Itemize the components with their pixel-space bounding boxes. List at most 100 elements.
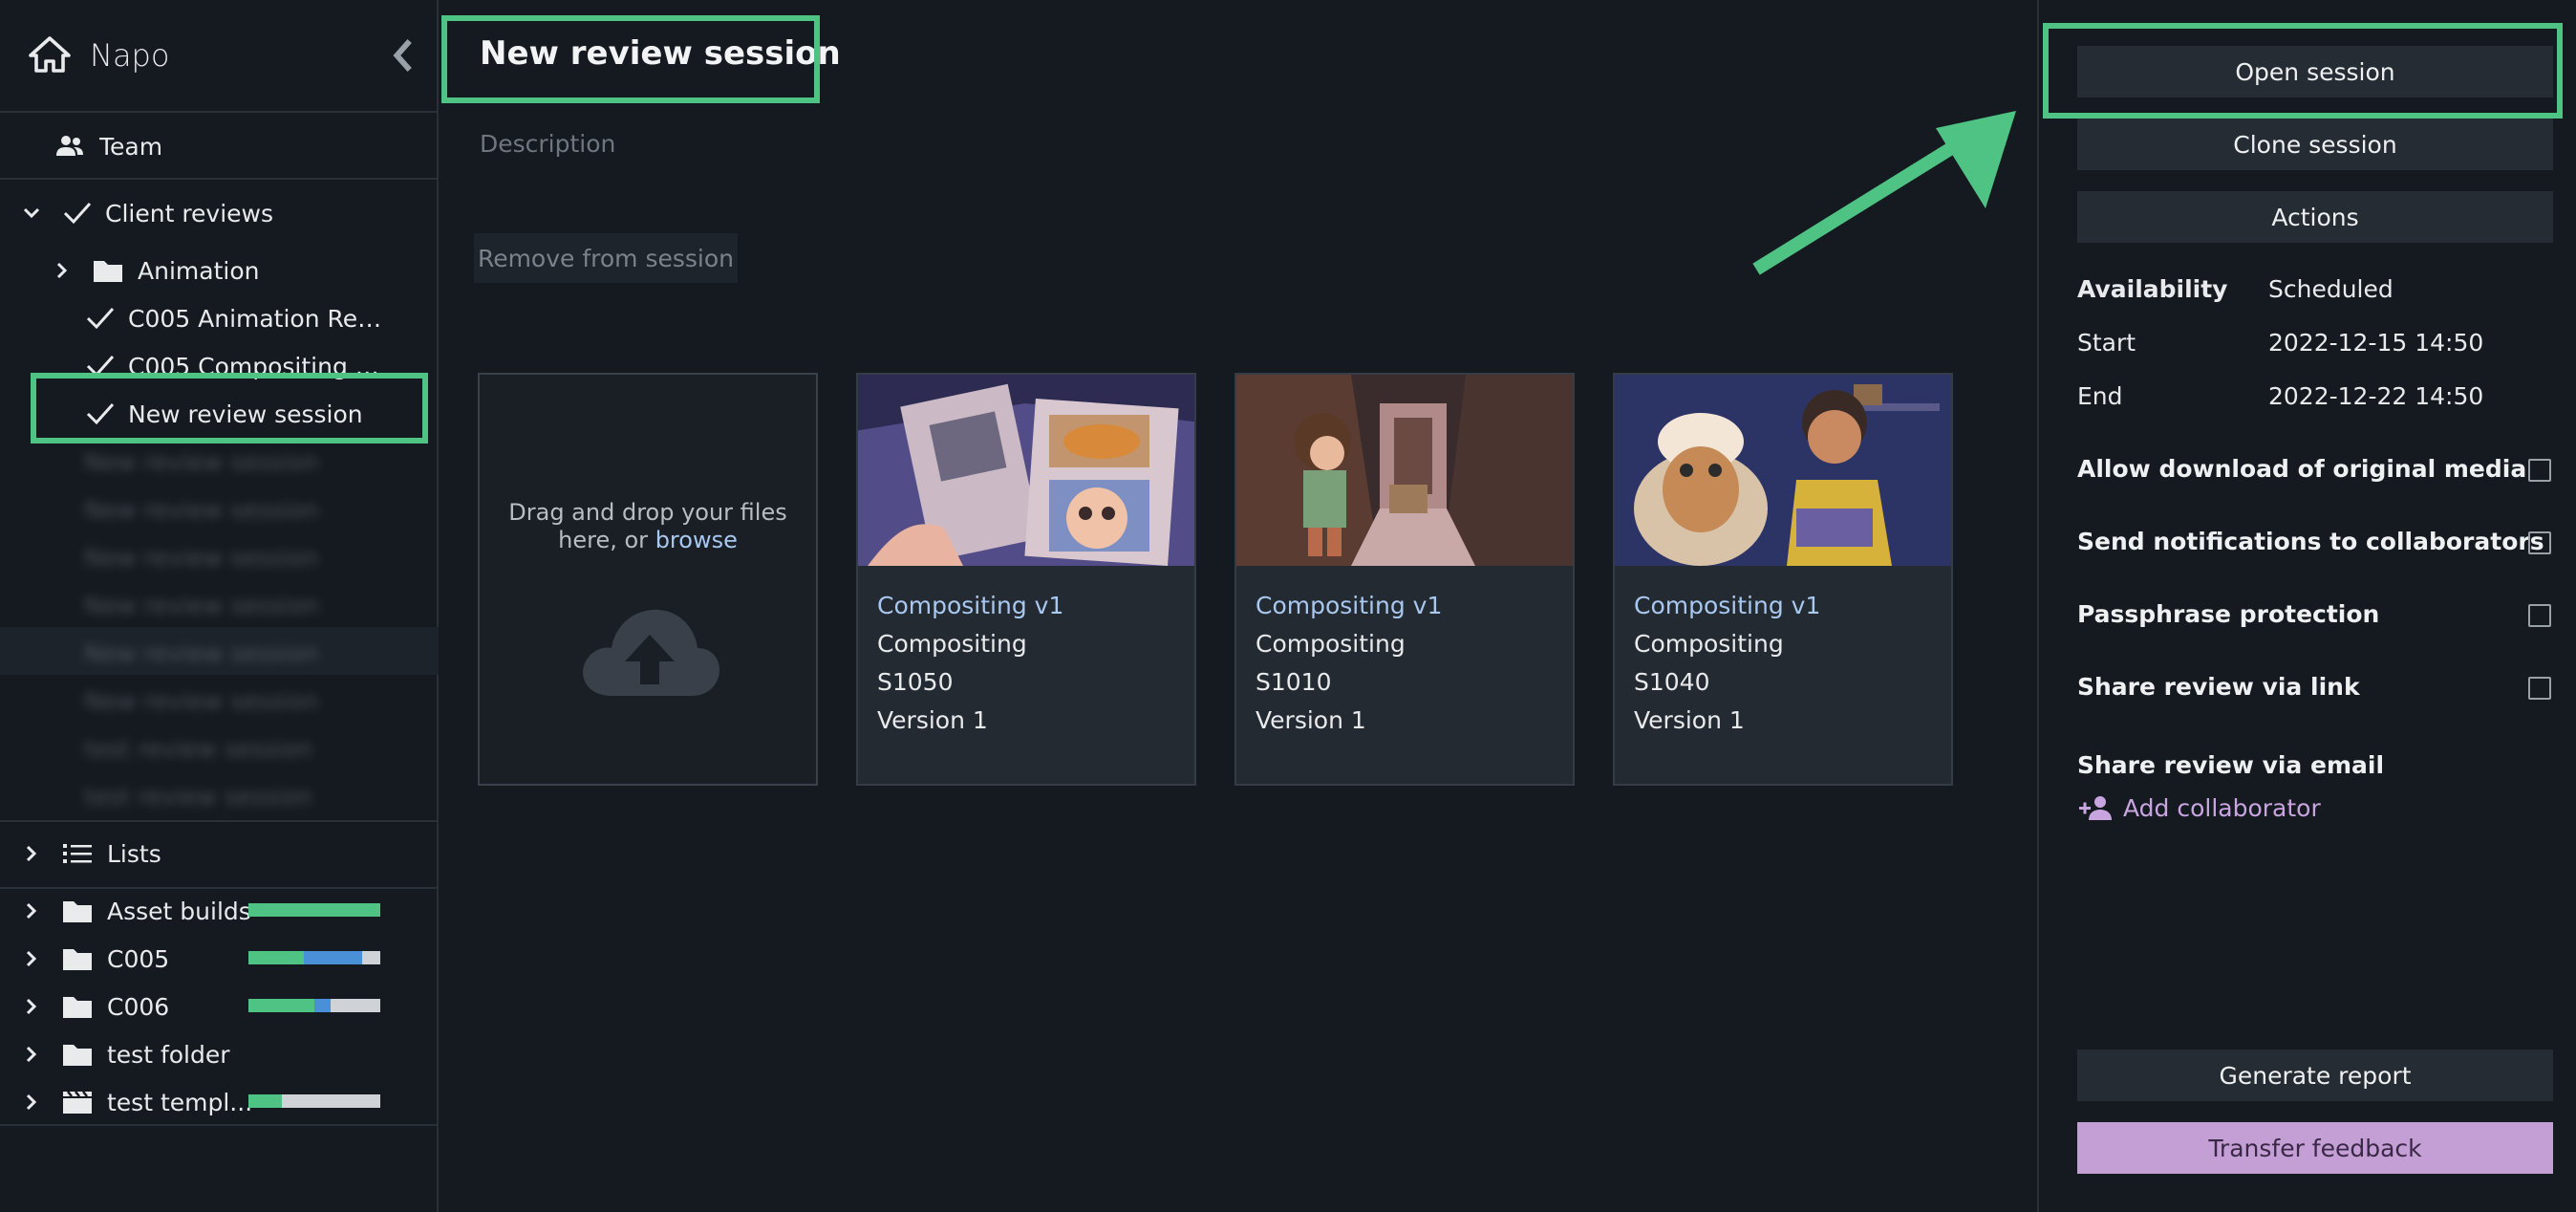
sidebar-item-session[interactable]: New review session	[84, 677, 319, 725]
sidebar-item-label: New review session	[84, 638, 319, 667]
sidebar-item-session[interactable]: C005 Compositing Re...	[84, 342, 390, 390]
sidebar-item-label: Client reviews	[105, 199, 274, 227]
add-collaborator-button[interactable]: Add collaborator	[2077, 793, 2321, 822]
media-version: Version 1	[877, 706, 988, 734]
check-icon	[63, 202, 92, 225]
browse-link[interactable]: browse	[655, 527, 738, 553]
chevron-right-icon[interactable]	[21, 1092, 42, 1113]
media-meta: Compositing v1 Compositing S1050 Version…	[877, 587, 1063, 740]
media-type: Compositing	[1634, 630, 1784, 658]
sidebar-item-session[interactable]: test review session	[84, 725, 312, 772]
media-shot: S1050	[877, 668, 954, 696]
chevron-right-icon[interactable]	[21, 1044, 42, 1065]
sidebar-item-session[interactable]: New review session	[84, 533, 319, 581]
actions-button[interactable]: Actions	[2077, 191, 2553, 243]
sidebar-item-label: Team	[99, 132, 163, 161]
media-meta: Compositing v1 Compositing S1010 Version…	[1256, 587, 1442, 740]
brand[interactable]: Napo	[27, 29, 169, 82]
folder-icon	[63, 1045, 92, 1066]
media-type: Compositing	[1256, 630, 1406, 658]
progress-bar	[248, 903, 380, 917]
list-icon	[63, 844, 92, 863]
allow-download-checkbox[interactable]	[2528, 459, 2551, 482]
file-dropzone[interactable]: Drag and drop your files here, or browse	[478, 373, 818, 786]
cloud-upload-icon	[583, 609, 720, 696]
sidebar-item-session[interactable]: New review session	[84, 629, 319, 677]
sidebar-item-label: New review session	[84, 686, 319, 715]
share-link-checkbox[interactable]	[2528, 677, 2551, 700]
chevron-right-icon[interactable]	[21, 900, 42, 921]
folder-icon	[63, 901, 92, 922]
progress-segment	[314, 999, 331, 1012]
sidebar-item-session[interactable]: New review session	[84, 581, 319, 629]
chevron-right-icon[interactable]	[21, 843, 42, 864]
media-name-link[interactable]: Compositing v1	[877, 587, 1063, 625]
clone-session-button[interactable]: Clone session	[2077, 119, 2553, 170]
dropzone-instructions: Drag and drop your files here, or	[508, 499, 787, 553]
add-collaborator-label: Add collaborator	[2123, 793, 2321, 822]
sidebar-project[interactable]: C005	[21, 935, 169, 983]
sidebar-item-lists[interactable]: Lists	[21, 830, 161, 877]
sidebar-project[interactable]: C006	[21, 983, 169, 1030]
start-row: Start 2022-12-15 14:50	[2077, 329, 2483, 357]
open-session-button[interactable]: Open session	[2077, 46, 2553, 97]
dropzone-text: Drag and drop your files here, or browse	[480, 499, 816, 554]
chevron-right-icon[interactable]	[21, 948, 42, 969]
sidebar-item-label: New review session	[84, 591, 319, 619]
media-shot: S1040	[1634, 668, 1710, 696]
description-field[interactable]: Description	[480, 130, 615, 158]
progress-segment	[248, 1094, 282, 1108]
media-version: Version 1	[1634, 706, 1745, 734]
media-card[interactable]: Compositing v1 Compositing S1050 Version…	[856, 373, 1196, 786]
chevron-right-icon[interactable]	[52, 260, 73, 281]
allow-download-label: Allow download of original media	[2077, 455, 2527, 483]
sidebar-item-session-active[interactable]: New review session	[84, 390, 390, 438]
sidebar-project[interactable]: test folder	[21, 1030, 230, 1078]
transfer-feedback-button[interactable]: Transfer feedback	[2077, 1122, 2553, 1174]
page-title[interactable]: New review session	[480, 34, 841, 73]
sidebar-item-animation[interactable]: Animation	[52, 247, 259, 294]
sidebar-item-label: test review session	[84, 734, 313, 763]
start-value[interactable]: 2022-12-15 14:50	[2268, 329, 2483, 357]
add-person-icon	[2079, 796, 2112, 820]
progress-segment	[303, 951, 362, 964]
sidebar-item-client-reviews[interactable]: Client reviews	[21, 189, 273, 237]
sidebar-item-label: Asset builds	[107, 897, 251, 925]
progress-bar	[248, 999, 380, 1012]
media-card[interactable]: Compositing v1 Compositing S1010 Version…	[1234, 373, 1575, 786]
sidebar-item-label: C006	[107, 992, 170, 1021]
passphrase-checkbox[interactable]	[2528, 604, 2551, 627]
availability-value[interactable]: Scheduled	[2268, 275, 2394, 303]
media-name-link[interactable]: Compositing v1	[1256, 587, 1442, 625]
sidebar-item-team[interactable]: Team	[54, 122, 162, 170]
sidebar-project[interactable]: test templ...	[21, 1078, 252, 1126]
end-value[interactable]: 2022-12-22 14:50	[2268, 382, 2483, 410]
divider	[0, 178, 439, 180]
sidebar-item-label: New review session	[84, 543, 319, 572]
sidebar-item-session[interactable]: C005 Animation Revie...	[84, 294, 390, 342]
send-notifications-checkbox[interactable]	[2528, 531, 2551, 554]
folder-icon	[63, 949, 92, 970]
team-icon	[56, 136, 83, 156]
generate-report-button[interactable]: Generate report	[2077, 1050, 2553, 1101]
chevron-right-icon[interactable]	[21, 996, 42, 1017]
sidebar-item-session[interactable]: test review session	[84, 772, 312, 820]
progress-segment	[248, 903, 380, 917]
divider	[0, 820, 439, 822]
media-thumbnail	[858, 375, 1194, 566]
chevron-down-icon[interactable]	[21, 203, 42, 224]
collapse-sidebar-icon[interactable]	[386, 36, 420, 75]
sidebar-item-label: C005 Animation Revie...	[128, 304, 390, 333]
sidebar-item-label: Animation	[138, 256, 260, 285]
sidebar-project[interactable]: Asset builds	[21, 887, 251, 935]
annotation-arrow-icon	[1752, 111, 2016, 275]
send-notifications-label: Send notifications to collaborators	[2077, 528, 2544, 555]
progress-segment	[248, 999, 314, 1012]
remove-from-session-button[interactable]: Remove from session	[474, 233, 738, 283]
end-label: End	[2077, 382, 2123, 410]
media-type: Compositing	[877, 630, 1027, 658]
media-card[interactable]: Compositing v1 Compositing S1040 Version…	[1613, 373, 1953, 786]
sidebar-item-session[interactable]: New review session	[84, 486, 319, 533]
sidebar-item-session[interactable]: New review session	[84, 438, 319, 486]
media-name-link[interactable]: Compositing v1	[1634, 587, 1820, 625]
